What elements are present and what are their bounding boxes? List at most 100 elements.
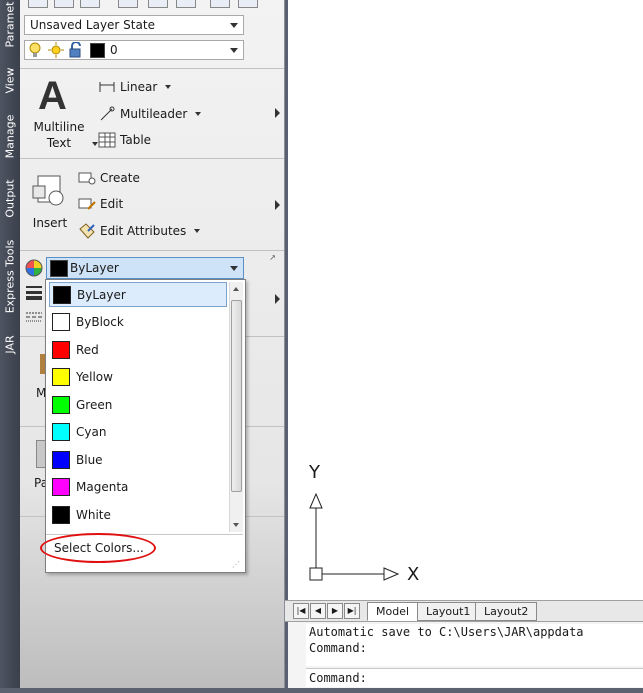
color-option-bylayer[interactable]: ByLayer	[49, 282, 227, 307]
color-dropdown-list: ByLayer ByBlock Red Yellow Green Cyan Blue Mage…	[40, 279, 246, 573]
object-color-dropdown[interactable]: ByLayer	[46, 257, 244, 279]
layer-tool-icon[interactable]	[118, 0, 138, 8]
layer-tool-icon[interactable]	[80, 0, 100, 8]
color-option-byblock[interactable]: ByBlock	[49, 310, 227, 335]
color-swatch	[52, 423, 70, 441]
layer-state-value: Unsaved Layer State	[30, 18, 155, 32]
layer-tool-icon[interactable]	[54, 0, 74, 8]
edit-attributes-button[interactable]: Edit Attributes	[78, 223, 201, 239]
color-option-blue[interactable]: Blue	[49, 447, 227, 472]
scrollbar-thumb[interactable]	[231, 300, 242, 492]
ucs-x-label: X	[407, 564, 420, 585]
layer-state-dropdown[interactable]: Unsaved Layer State	[24, 15, 244, 35]
layer-tool-icon[interactable]	[148, 0, 168, 8]
unlock-icon	[69, 42, 81, 58]
panel-expand-arrow-icon[interactable]	[275, 294, 280, 304]
command-window: Automatic save to C:\Users\JAR\appdata C…	[285, 622, 643, 688]
color-option-red[interactable]: Red	[49, 337, 227, 362]
color-option-label: ByLayer	[77, 287, 126, 302]
last-tab-icon[interactable]: ▶|	[344, 603, 360, 619]
create-block-icon	[78, 172, 96, 185]
command-history-line: Command:	[309, 641, 367, 655]
layer-tool-icon[interactable]	[238, 0, 258, 8]
color-swatch	[52, 395, 70, 414]
command-history: Automatic save to C:\Users\JAR\appdata C…	[306, 624, 643, 666]
color-option-label: Green	[76, 397, 113, 412]
tab-model[interactable]: Model	[367, 602, 419, 621]
lightbulb-icon	[29, 42, 41, 57]
multiline-label-1: Multiline	[33, 120, 85, 134]
command-history-line: Automatic save to C:\Users\JAR\appdata	[309, 625, 584, 639]
color-swatch	[50, 260, 68, 277]
color-option-label: Magenta	[76, 480, 129, 494]
tab-output[interactable]: Output	[0, 168, 20, 228]
color-option-magenta[interactable]: Magenta	[49, 475, 227, 500]
ucs-y-label: Y	[309, 462, 320, 483]
color-option-yellow[interactable]: Yellow	[49, 365, 227, 390]
tab-layout2[interactable]: Layout2	[475, 602, 538, 621]
layer-toolbar-icons	[28, 0, 278, 8]
insert-label: Insert	[32, 216, 68, 230]
scroll-up-arrow-icon[interactable]	[233, 287, 239, 291]
color-swatch	[52, 450, 70, 469]
layer-tool-icon[interactable]	[176, 0, 196, 8]
drawing-area[interactable]: Y X	[285, 0, 643, 600]
multileader-button[interactable]: Multileader	[98, 106, 202, 122]
tab-manage[interactable]: Manage	[0, 108, 20, 164]
chevron-down-icon	[195, 112, 202, 116]
table-icon	[98, 132, 116, 148]
object-color-value: ByLayer	[70, 261, 119, 275]
annotation-panel: A Multiline Text Linear Multileader Tabl…	[20, 68, 284, 159]
color-option-green[interactable]: Green	[49, 392, 227, 417]
linear-dimension-button[interactable]: Linear	[98, 80, 172, 94]
insert-block-button[interactable]: Insert	[28, 174, 72, 234]
previous-tab-icon[interactable]: ◀	[310, 603, 326, 619]
layer-dropdown[interactable]: 0	[24, 40, 244, 60]
lineweight-icon	[26, 286, 42, 300]
edit-block-button[interactable]: Edit	[78, 197, 123, 211]
tab-view[interactable]: View	[0, 52, 20, 108]
tab-jar[interactable]: JAR	[0, 322, 20, 366]
first-tab-icon[interactable]: |◀	[293, 603, 309, 619]
resize-grip-icon[interactable]: ⋰	[232, 560, 240, 569]
select-colors-item[interactable]: Select Colors... ⋰	[40, 533, 243, 571]
color-swatch	[53, 285, 71, 304]
color-option-label: Blue	[76, 452, 103, 467]
multiline-text-button[interactable]: A Multiline Text	[28, 74, 98, 154]
edit-block-icon	[78, 198, 96, 210]
create-block-button[interactable]: Create	[78, 171, 140, 185]
current-layer-name: 0	[110, 43, 118, 57]
color-option-white[interactable]: White	[49, 502, 227, 527]
status-bar	[0, 688, 643, 693]
panel-expand-arrow-icon[interactable]	[275, 108, 280, 118]
tab-layout1[interactable]: Layout1	[417, 602, 480, 621]
multiline-label-2: Text	[46, 136, 72, 150]
multileader-icon	[100, 106, 115, 121]
color-option-label: Yellow	[76, 370, 113, 384]
tab-express-tools[interactable]: Express Tools	[0, 232, 20, 320]
layer-tool-icon[interactable]	[28, 0, 48, 8]
chevron-down-icon	[230, 266, 238, 271]
annotation-circle	[40, 533, 156, 563]
chevron-down-icon	[165, 85, 172, 89]
text-a-icon: A	[38, 74, 67, 118]
panel-expand-arrow-icon[interactable]	[275, 200, 280, 210]
color-swatch	[52, 505, 70, 524]
chevron-down-icon	[230, 48, 238, 53]
tab-parameters[interactable]: Paramet	[0, 0, 20, 48]
color-wheel-icon	[25, 259, 43, 277]
scroll-down-arrow-icon[interactable]	[233, 523, 239, 527]
dialog-launcher-icon[interactable]: ↗	[269, 253, 276, 262]
color-swatch	[52, 478, 70, 496]
color-option-label: Cyan	[76, 425, 107, 439]
home-icon[interactable]	[210, 0, 230, 8]
chevron-down-icon	[194, 229, 201, 233]
edit-attributes-icon	[79, 223, 95, 239]
block-panel: Insert Create Edit Edit Attributes	[20, 158, 284, 251]
scrollbar[interactable]	[229, 282, 243, 532]
table-button[interactable]: Table	[98, 132, 151, 148]
color-option-label: White	[76, 507, 111, 522]
color-option-cyan[interactable]: Cyan	[49, 420, 227, 445]
command-input[interactable]: Command:	[306, 668, 643, 687]
next-tab-icon[interactable]: ▶	[327, 603, 343, 619]
